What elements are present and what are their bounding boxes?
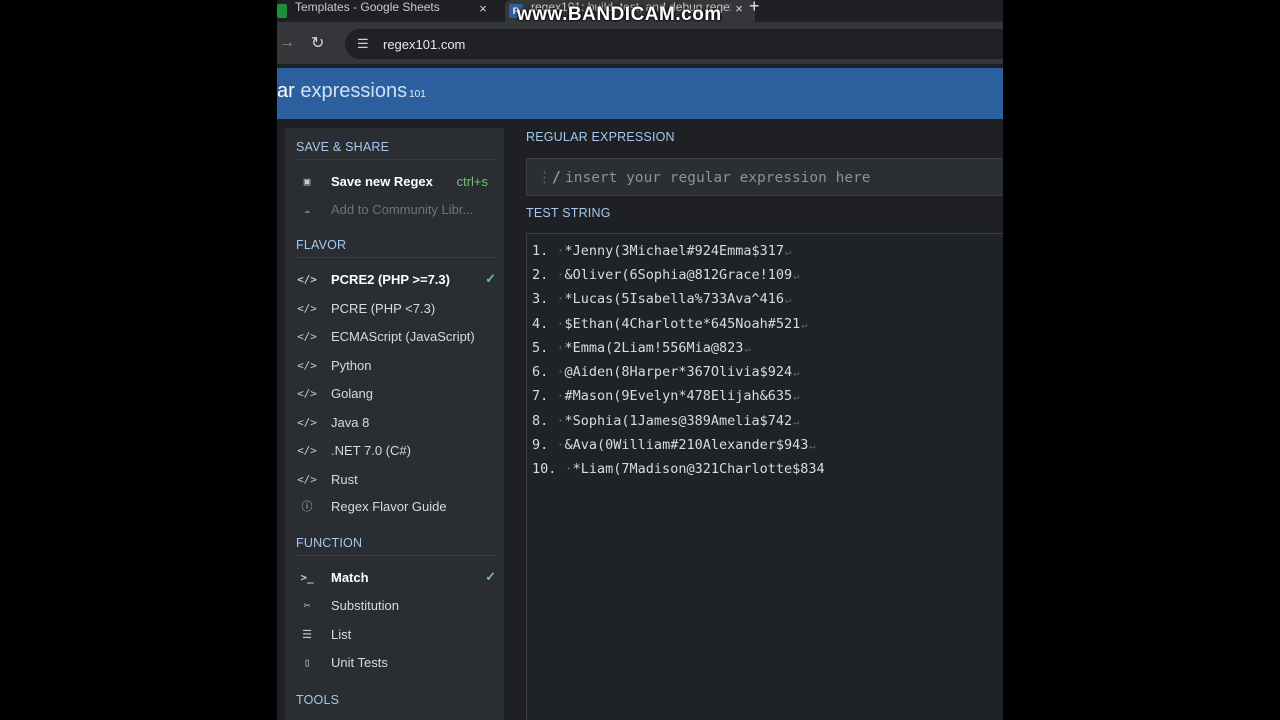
code-icon: </> bbox=[297, 358, 317, 372]
save-shortcut-hint: ctrl+s bbox=[456, 173, 488, 189]
regex-editor: ⋮/ bbox=[526, 158, 1003, 196]
tab-google-sheets[interactable]: Templates - Google Sheets × bbox=[277, 0, 499, 22]
reload-icon[interactable]: ↻ bbox=[311, 33, 324, 53]
section-title-flavor: FLAVOR bbox=[296, 238, 347, 252]
help-circle-icon: ⓘ bbox=[301, 500, 313, 513]
divider bbox=[296, 555, 496, 556]
flavor-pcre[interactable]: </> PCRE (PHP <7.3) bbox=[296, 295, 496, 321]
site-logo[interactable]: ar expressions 101 bbox=[277, 80, 426, 103]
function-label: List bbox=[331, 626, 352, 642]
flavor-label: Python bbox=[331, 357, 372, 373]
tab-bar: Templates - Google Sheets × R regex101: … bbox=[277, 0, 1003, 25]
test-line: 1. ·*Jenny(3Michael#924Emma$317↵ bbox=[532, 243, 792, 259]
flavor-ecmascript[interactable]: </> ECMAScript (JavaScript) bbox=[296, 323, 496, 349]
flavor-pcre2[interactable]: </> PCRE2 (PHP >=7.3) ✓ bbox=[296, 266, 496, 292]
code-icon: </> bbox=[297, 272, 317, 286]
new-tab-button[interactable]: + bbox=[749, 0, 760, 17]
flavor-label: PCRE2 (PHP >=7.3) bbox=[331, 271, 450, 287]
address-bar[interactable]: ☰ regex101.com bbox=[345, 29, 1003, 59]
divider bbox=[296, 257, 496, 258]
scissors-icon: ✂ bbox=[303, 598, 311, 612]
test-line: 6. ·@Aiden(8Harper*367Olivia$924↵ bbox=[532, 364, 800, 380]
function-label: Substitution bbox=[331, 597, 399, 613]
function-substitution[interactable]: ✂ Substitution bbox=[296, 592, 496, 618]
function-label: Match bbox=[331, 569, 369, 585]
forward-icon[interactable]: → bbox=[279, 34, 295, 52]
function-label: Unit Tests bbox=[331, 654, 388, 670]
flavor-label: .NET 7.0 (C#) bbox=[331, 442, 411, 458]
site-header: ar expressions 101 bbox=[277, 68, 1003, 119]
flavor-guide-label: Regex Flavor Guide bbox=[331, 498, 447, 514]
terminal-icon: >_ bbox=[300, 570, 314, 584]
function-list[interactable]: ☰ List bbox=[296, 621, 496, 647]
tab-title: Templates - Google Sheets bbox=[295, 0, 440, 14]
add-to-community-label: Add to Community Libr... bbox=[331, 201, 474, 217]
test-line: 3. ·*Lucas(5Isabella%733Ava^416↵ bbox=[532, 291, 792, 307]
checkmark-icon: ✓ bbox=[485, 569, 496, 584]
browser-window: Templates - Google Sheets × R regex101: … bbox=[277, 0, 1003, 720]
flavor-label: Golang bbox=[331, 385, 373, 401]
test-line: 4. ·$Ethan(4Charlotte*645Noah#521↵ bbox=[532, 316, 808, 332]
flavor-dotnet[interactable]: </> .NET 7.0 (C#) bbox=[296, 437, 496, 463]
test-line: 10. ·*Liam(7Madison@321Charlotte$834 bbox=[532, 461, 825, 477]
logo-text-101: 101 bbox=[409, 89, 426, 100]
sheets-favicon-icon bbox=[277, 4, 287, 18]
regex-delimiter-slash: / bbox=[552, 168, 562, 186]
section-title-function: FUNCTION bbox=[296, 536, 363, 550]
flavor-java[interactable]: </> Java 8 bbox=[296, 409, 496, 435]
floppy-disk-icon: ▣ bbox=[303, 174, 311, 188]
save-regex-label: Save new Regex bbox=[331, 173, 433, 189]
flavor-python[interactable]: </> Python bbox=[296, 352, 496, 378]
function-match[interactable]: >_ Match ✓ bbox=[296, 564, 496, 590]
test-line: 7. ·#Mason(9Evelyn*478Elijah&635↵ bbox=[532, 388, 800, 404]
add-to-community-button[interactable]: ☁ Add to Community Libr... bbox=[296, 196, 496, 222]
site-settings-icon[interactable]: ☰ bbox=[357, 36, 369, 52]
logo-text-regular: ar bbox=[277, 80, 295, 102]
main-panel: REGULAR EXPRESSION ⋮/ TEST STRING 1. ·*J… bbox=[513, 120, 1003, 720]
section-title-tools: TOOLS bbox=[296, 693, 340, 707]
logo-text-expressions: expressions bbox=[294, 80, 408, 102]
checkmark-icon: ✓ bbox=[485, 271, 496, 286]
divider bbox=[296, 159, 496, 160]
test-tube-icon: ▯ bbox=[303, 655, 311, 669]
close-tab-icon[interactable]: × bbox=[731, 1, 747, 16]
test-line: 9. ·&Ava(0William#210Alexander$943↵ bbox=[532, 437, 816, 453]
sidebar: SAVE & SHARE ▣ Save new Regex ctrl+s ☁ A… bbox=[285, 128, 504, 720]
close-tab-icon[interactable]: × bbox=[475, 1, 491, 16]
test-line: 2. ·&Oliver(6Sophia@812Grace!109↵ bbox=[532, 267, 800, 283]
code-icon: </> bbox=[297, 301, 317, 315]
save-regex-button[interactable]: ▣ Save new Regex ctrl+s bbox=[296, 168, 496, 194]
code-icon: </> bbox=[297, 415, 317, 429]
flavor-label: PCRE (PHP <7.3) bbox=[331, 300, 436, 316]
regex-input[interactable] bbox=[563, 165, 1003, 191]
cloud-upload-icon: ☁ bbox=[303, 202, 311, 216]
section-title-save-share: SAVE & SHARE bbox=[296, 140, 390, 154]
flavor-golang[interactable]: </> Golang bbox=[296, 380, 496, 406]
flavor-label: Java 8 bbox=[331, 414, 370, 430]
regex-delimiter[interactable]: ⋮/ bbox=[537, 168, 561, 186]
list-icon: ☰ bbox=[302, 627, 312, 641]
regex-section-title: REGULAR EXPRESSION bbox=[526, 130, 675, 144]
flavor-label: ECMAScript (JavaScript) bbox=[331, 328, 475, 344]
flavor-guide-link[interactable]: ⓘ Regex Flavor Guide bbox=[296, 493, 496, 519]
test-string-editor[interactable]: 1. ·*Jenny(3Michael#924Emma$317↵ 2. ·&Ol… bbox=[526, 233, 1003, 720]
function-unit-tests[interactable]: ▯ Unit Tests bbox=[296, 649, 496, 675]
flavor-rust[interactable]: </> Rust bbox=[296, 466, 496, 492]
url-text: regex101.com bbox=[383, 37, 466, 52]
test-line: 8. ·*Sophia(1James@389Amelia$742↵ bbox=[532, 413, 800, 429]
test-line: 5. ·*Emma(2Liam!556Mia@823↵ bbox=[532, 340, 751, 356]
code-icon: </> bbox=[297, 443, 317, 457]
code-icon: </> bbox=[297, 386, 317, 400]
browser-toolbar: → ↻ ☰ regex101.com bbox=[277, 22, 1003, 64]
code-icon: </> bbox=[297, 329, 317, 343]
flavor-label: Rust bbox=[331, 471, 358, 487]
test-string-section-title: TEST STRING bbox=[526, 206, 611, 220]
code-icon: </> bbox=[297, 472, 317, 486]
